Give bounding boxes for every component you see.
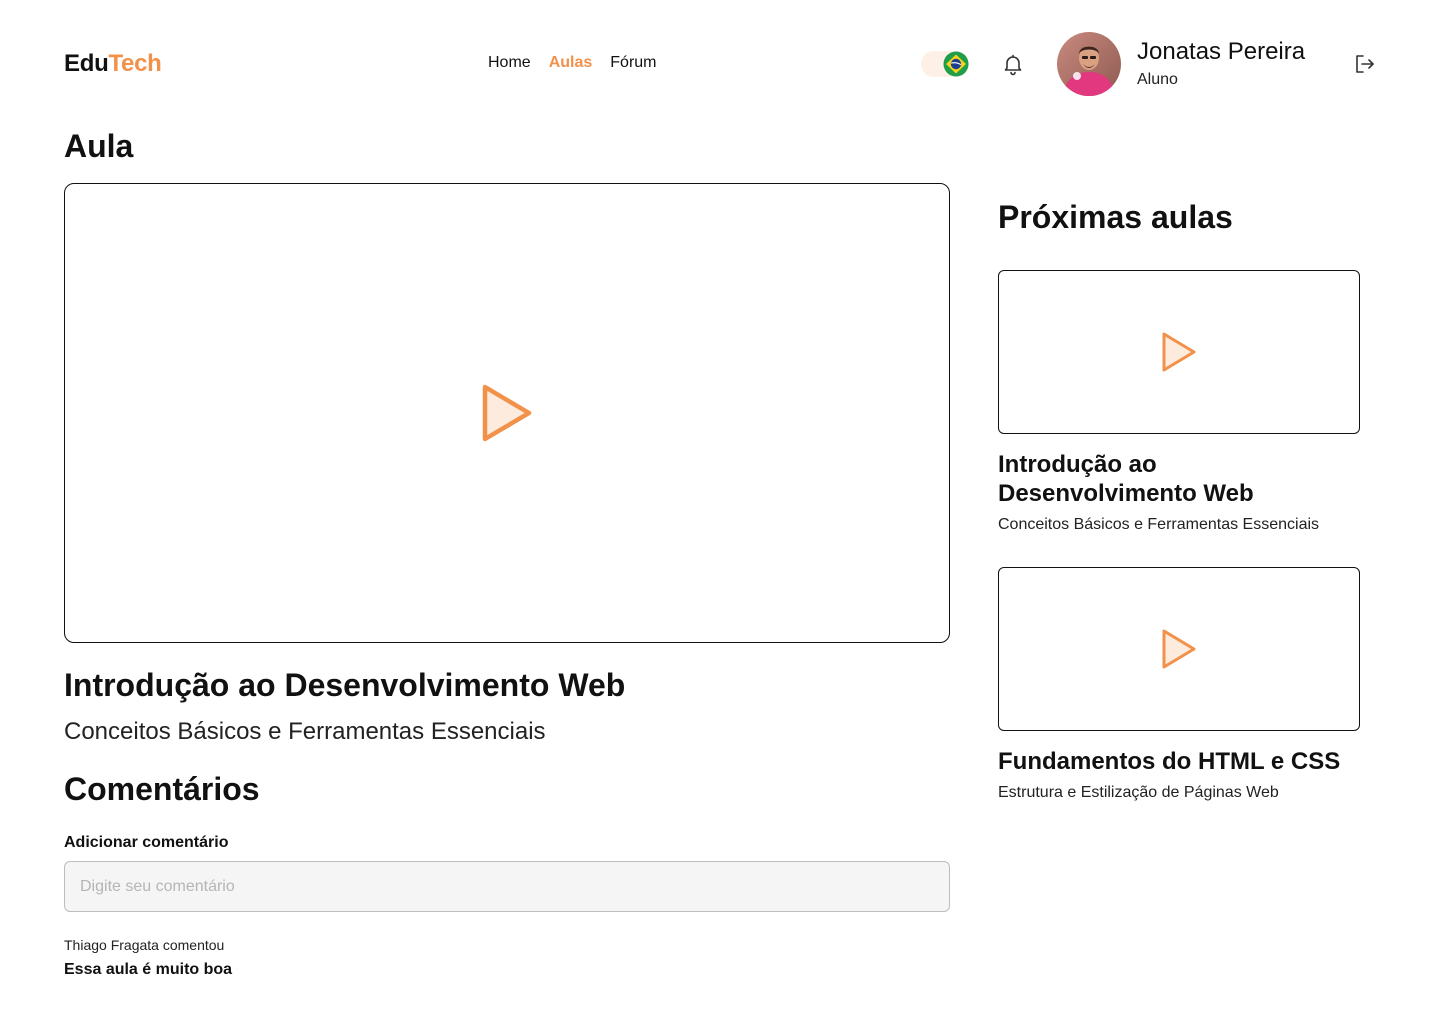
logout-icon[interactable] xyxy=(1353,52,1377,76)
add-comment-label: Adicionar comentário xyxy=(64,834,229,851)
lesson-subtitle: Conceitos Básicos e Ferramentas Essencia… xyxy=(64,718,546,745)
brand-logo[interactable]: EduTech xyxy=(64,50,162,78)
brand-name-part1: Edu xyxy=(64,50,109,77)
comment-text: Essa aula é muito boa xyxy=(64,961,233,978)
next-lesson-thumbnail[interactable] xyxy=(998,270,1360,434)
user-role: Aluno xyxy=(1137,71,1178,88)
comments-title: Comentários xyxy=(64,771,260,807)
next-lesson-subtitle: Conceitos Básicos e Ferramentas Essencia… xyxy=(998,516,1320,533)
main-video-player[interactable] xyxy=(64,183,950,643)
nav-item-aulas[interactable]: Aulas xyxy=(549,54,593,72)
play-icon[interactable] xyxy=(1160,627,1198,671)
main-nav: Home Aulas Fórum xyxy=(488,54,657,72)
user-name: Jonatas Pereira xyxy=(1137,38,1306,65)
bell-icon[interactable] xyxy=(1001,52,1025,76)
next-lesson-thumbnail[interactable] xyxy=(998,567,1360,731)
user-photo xyxy=(1057,32,1121,96)
avatar[interactable] xyxy=(1057,32,1121,96)
lesson-title: Introdução ao Desenvolvimento Web xyxy=(64,667,626,703)
language-toggle[interactable] xyxy=(921,51,969,77)
comment-author: Thiago Fragata comentou xyxy=(64,937,225,953)
nav-item-forum[interactable]: Fórum xyxy=(610,54,656,72)
comment-input[interactable] xyxy=(64,861,950,912)
brazil-flag-icon xyxy=(943,51,969,77)
next-lesson-title[interactable]: Introdução ao Desenvolvimento Web xyxy=(998,450,1360,508)
nav-item-home[interactable]: Home xyxy=(488,54,531,72)
page-title: Aula xyxy=(64,128,134,164)
next-lesson-title[interactable]: Fundamentos do HTML e CSS xyxy=(998,747,1360,776)
brand-name-part2: Tech xyxy=(108,50,162,77)
play-icon[interactable] xyxy=(1160,330,1198,374)
next-lessons-title: Próximas aulas xyxy=(998,199,1233,235)
next-lesson-subtitle: Estrutura e Estilização de Páginas Web xyxy=(998,784,1279,801)
play-icon[interactable] xyxy=(479,381,535,445)
